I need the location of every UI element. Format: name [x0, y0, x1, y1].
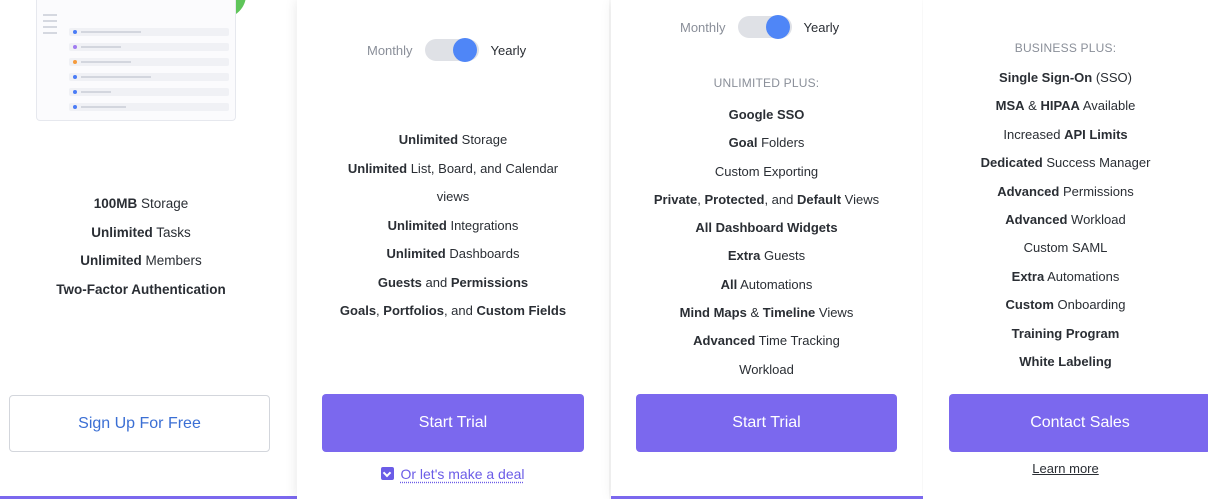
yearly-label[interactable]: Yearly: [804, 20, 840, 35]
free-plan-column: 100MB Storage Unlimited Tasks Unlimited …: [0, 0, 282, 499]
unlimited-plan-column: Monthly Yearly Unlimited Storage Unlimit…: [297, 0, 609, 499]
billing-toggle: Monthly Yearly: [367, 38, 527, 62]
monthly-label[interactable]: Monthly: [367, 43, 413, 58]
feature-item: Guests and Permissions: [377, 274, 529, 290]
monthly-label[interactable]: Monthly: [680, 20, 726, 35]
plan-heading: BUSINESS PLUS:: [1014, 41, 1117, 55]
feature-item: Custom Onboarding: [1005, 297, 1126, 313]
switch-knob: [452, 38, 477, 62]
feature-item: Workload: [739, 361, 794, 377]
enterprise-plan-column: BUSINESS PLUS: Single Sign-On (SSO) MSA …: [923, 0, 1208, 499]
feature-item: White Labeling: [1019, 354, 1112, 370]
billing-switch[interactable]: [737, 15, 792, 39]
switch-knob: [765, 15, 790, 39]
feature-item: Google SSO: [728, 107, 805, 122]
feature-item: Mind Maps & Timeline Views: [679, 305, 854, 321]
enterprise-feature-list: Single Sign-On (SSO) MSA & HIPAA Availab…: [923, 64, 1208, 376]
feature-item: Custom Exporting: [714, 163, 819, 179]
feature-item: Private, Protected, and Default Views: [653, 191, 880, 207]
start-trial-button[interactable]: Start Trial: [322, 394, 584, 452]
billing-switch[interactable]: [424, 38, 479, 62]
feature-item: Dedicated Success Manager: [980, 155, 1151, 171]
feature-item: Unlimited Members: [80, 253, 202, 268]
feature-item: Advanced Permissions: [997, 183, 1134, 199]
feature-item: Advanced Time Tracking: [693, 333, 840, 349]
feature-item: Training Program: [1011, 325, 1120, 341]
feature-item: Unlimited Dashboards: [386, 246, 520, 261]
app-preview-image: [36, 0, 236, 121]
feature-item: Unlimited Storage: [398, 132, 508, 147]
feature-item: All Dashboard Widgets: [695, 220, 838, 236]
feature-item: Custom SAML: [1023, 240, 1108, 256]
billing-toggle: Monthly Yearly: [680, 15, 840, 39]
sign-up-free-button[interactable]: Sign Up For Free: [9, 395, 270, 452]
learn-more-link[interactable]: Learn more: [923, 461, 1208, 476]
business-plan-column: Monthly Yearly UNLIMITED PLUS: Google SS…: [611, 0, 922, 499]
feature-item: Single Sign-On (SSO): [999, 70, 1132, 85]
feature-item: Advanced Workload: [1005, 212, 1126, 228]
free-feature-list: 100MB Storage Unlimited Tasks Unlimited …: [0, 190, 282, 304]
feature-item: Unlimited List, Board, and Calendar: [347, 160, 559, 176]
unlimited-feature-list: Unlimited Storage Unlimited List, Board,…: [297, 126, 609, 326]
feature-item: Extra Automations: [1011, 268, 1120, 284]
business-feature-list: Google SSO Goal Folders Custom Exporting…: [611, 101, 922, 384]
feature-item: 100MB Storage: [93, 196, 189, 211]
feature-item: views: [436, 189, 470, 204]
start-trial-button[interactable]: Start Trial: [636, 394, 897, 452]
feature-item: Extra Guests: [727, 248, 806, 264]
deal-icon: [381, 467, 395, 480]
feature-item: Goal Folders: [728, 135, 805, 151]
contact-sales-button[interactable]: Contact Sales: [949, 394, 1208, 452]
feature-item: Unlimited Tasks: [91, 224, 191, 240]
feature-item: All Automations: [720, 276, 813, 292]
feature-item: Goals, Portfolios, and Custom Fields: [339, 303, 567, 318]
feature-item: Unlimited Integrations: [387, 217, 519, 233]
make-a-deal-link[interactable]: Or let's make a deal: [297, 466, 609, 482]
feature-item: MSA & HIPAA Available: [995, 98, 1136, 114]
plan-heading: UNLIMITED PLUS:: [713, 76, 820, 90]
feature-item: Two-Factor Authentication: [56, 281, 226, 297]
yearly-label[interactable]: Yearly: [491, 43, 527, 58]
feature-item: Increased API Limits: [1003, 126, 1128, 142]
